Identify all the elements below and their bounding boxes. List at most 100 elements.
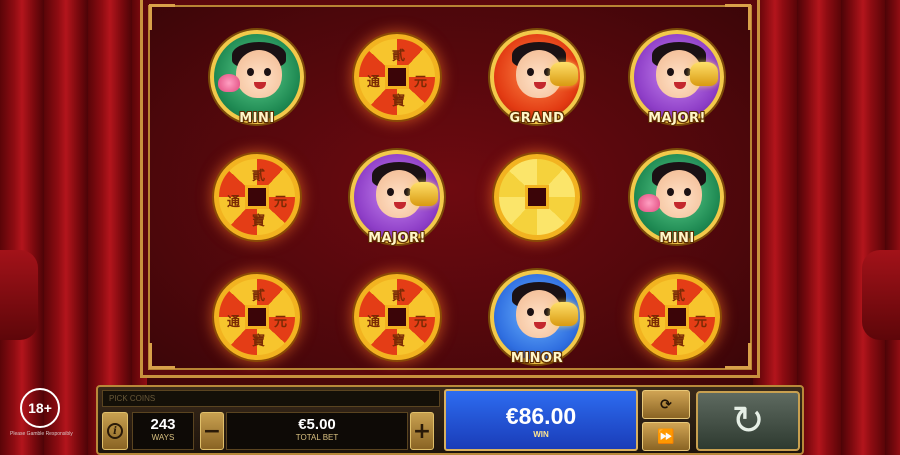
- coin-symbol-icon: 貳元寶通: [354, 34, 440, 120]
- total-bet-label: TOTAL BET: [295, 433, 339, 442]
- coin-glyph: 寶: [252, 334, 266, 349]
- character-eye: [684, 188, 691, 196]
- total-bet-value: €5.00: [298, 416, 336, 433]
- coin-glyph: 寶: [392, 94, 406, 109]
- coin-glyph: 元: [693, 315, 707, 330]
- frame-corner: [149, 343, 175, 369]
- coin-hole: [385, 65, 409, 89]
- reel-cell: 貳元寶通: [607, 258, 747, 376]
- win-display: €86.00 WIN: [444, 389, 638, 451]
- autoplay-icon: ⟳: [660, 396, 672, 413]
- reel-cell: MINI: [607, 138, 747, 256]
- gamble-responsibly-note: Please Gamble Responsibly: [10, 431, 73, 437]
- reel-cell: 貳元寶通: [187, 258, 327, 376]
- character-eye: [247, 68, 254, 76]
- jackpot-label: MAJOR!: [648, 111, 706, 126]
- gold-ingot-icon: [550, 62, 578, 86]
- fast-play-button[interactable]: ⏩: [642, 422, 690, 451]
- coin-symbol-icon: 貳元寶通: [354, 274, 440, 360]
- info-button[interactable]: i: [102, 412, 128, 450]
- spin-button[interactable]: ↻: [696, 391, 800, 451]
- coin-glyph: 元: [273, 315, 287, 330]
- character-face: [236, 50, 282, 98]
- coin-glyph: 通: [227, 315, 241, 330]
- decrease-bet-button[interactable]: −: [200, 412, 224, 450]
- win-value: €86.00: [505, 403, 577, 429]
- age-restriction-badge: 18+: [20, 388, 60, 428]
- jackpot-label: MINOR: [510, 351, 564, 366]
- reel-cell: [467, 138, 607, 256]
- increase-bet-button[interactable]: +: [410, 412, 434, 450]
- coin-glyph: 通: [367, 315, 381, 330]
- autoplay-button[interactable]: ⟳: [642, 390, 690, 419]
- coin-glyph: 元: [273, 195, 287, 210]
- major-jackpot-character-icon: MAJOR!: [350, 150, 444, 246]
- jackpot-label: MINI: [659, 231, 695, 246]
- character-eye: [387, 188, 394, 196]
- coin-hole: [245, 305, 269, 329]
- character-face: [656, 170, 702, 218]
- coin-hole: [385, 305, 409, 329]
- reel-cell: MAJOR!: [327, 138, 467, 256]
- coin-hole: [245, 185, 269, 209]
- coin-symbol-icon: [494, 154, 580, 240]
- coin-glyph: 通: [647, 315, 661, 330]
- jackpot-label: MINI: [239, 111, 275, 126]
- reel-cell: MINI: [187, 18, 327, 136]
- fast-forward-icon: ⏩: [657, 428, 675, 445]
- coin-glyph: 貳: [672, 289, 686, 304]
- reel-cell: 貳元寶通: [187, 138, 327, 256]
- reel-cell: MAJOR!: [607, 18, 747, 136]
- coin-glyph: 寶: [252, 214, 266, 229]
- gold-ingot-icon: [690, 62, 718, 86]
- coin-symbol-icon: 貳元寶通: [634, 274, 720, 360]
- major-jackpot-character-icon: MAJOR!: [630, 30, 724, 126]
- info-icon: i: [107, 423, 123, 439]
- character-eye: [667, 188, 674, 196]
- gold-ingot-icon: [410, 182, 438, 206]
- coin-symbol-icon: 貳元寶通: [214, 274, 300, 360]
- minor-jackpot-character-icon: MINOR: [490, 270, 584, 366]
- coin-glyph: 貳: [252, 169, 266, 184]
- reel-cell: GRAND: [467, 18, 607, 136]
- coin-glyph: 貳: [392, 49, 406, 64]
- coin-glyph: 寶: [672, 334, 686, 349]
- control-bar: PICK COINS i 243 WAYS − €5.00 TOTAL BET …: [96, 385, 804, 455]
- character-eye: [264, 68, 271, 76]
- coin-glyph: 貳: [392, 289, 406, 304]
- coin-glyph: 元: [413, 75, 427, 90]
- coin-glyph: 通: [367, 75, 381, 90]
- reel-cell: 貳元寶通: [327, 18, 467, 136]
- pick-coins-bar: PICK COINS: [102, 390, 440, 407]
- reel-cell: MINOR: [467, 258, 607, 376]
- lotus-flower-icon: [218, 74, 240, 92]
- coin-glyph: 元: [413, 315, 427, 330]
- mini-jackpot-character-icon: MINI: [630, 150, 724, 246]
- spin-icon: ↻: [731, 398, 765, 444]
- mini-jackpot-character-icon: MINI: [210, 30, 304, 126]
- coin-glyph: 寶: [392, 334, 406, 349]
- lotus-flower-icon: [638, 194, 660, 212]
- reel-cell: 貳元寶通: [327, 258, 467, 376]
- character-eye: [527, 68, 534, 76]
- jackpot-label: GRAND: [509, 111, 565, 126]
- right-tassel: [862, 250, 900, 340]
- coin-hole: [665, 305, 689, 329]
- gold-ingot-icon: [550, 302, 578, 326]
- character-eye: [527, 308, 534, 316]
- reel-grid: MINI 貳元寶通 GRAND MAJOR! 貳元寶通 MAJOR! MINI 貳元寶通貳元寶…: [187, 18, 747, 376]
- left-tassel: [0, 250, 38, 340]
- character-eye: [667, 68, 674, 76]
- grand-jackpot-character-icon: GRAND: [490, 30, 584, 126]
- frame-corner: [149, 4, 175, 30]
- game-stage: MINI 貳元寶通 GRAND MAJOR! 貳元寶通 MAJOR! MINI 貳元寶通貳元寶…: [0, 0, 900, 455]
- coin-symbol-icon: 貳元寶通: [214, 154, 300, 240]
- reel-frame: MINI 貳元寶通 GRAND MAJOR! 貳元寶通 MAJOR! MINI 貳元寶通貳元寶…: [140, 0, 760, 378]
- coin-glyph: 貳: [252, 289, 266, 304]
- ways-value: 243: [150, 416, 176, 433]
- total-bet-display: €5.00 TOTAL BET: [226, 412, 408, 450]
- ways-display: 243 WAYS: [132, 412, 194, 450]
- win-label: WIN: [533, 430, 549, 439]
- coin-hole: [525, 185, 549, 209]
- ways-label: WAYS: [151, 433, 175, 442]
